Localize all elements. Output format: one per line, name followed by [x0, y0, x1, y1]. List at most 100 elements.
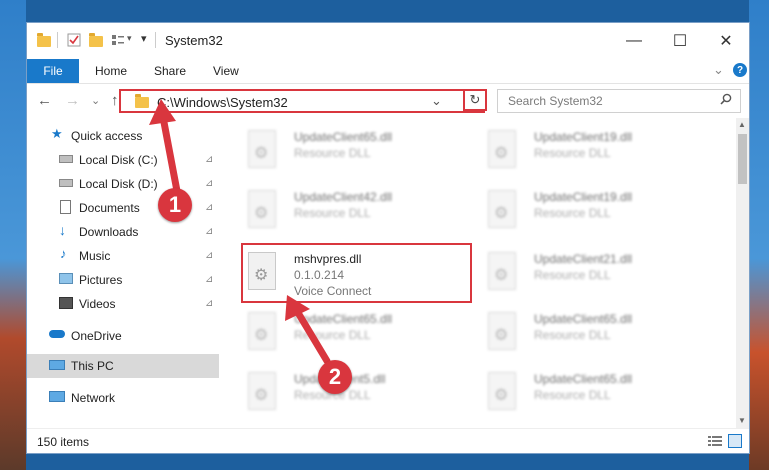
list-item[interactable]: UpdateClient19.dll Resource DLL [464, 124, 684, 176]
new-folder-icon[interactable] [89, 33, 103, 47]
sidebar-item-quick-access[interactable]: ★ Quick access [27, 124, 219, 148]
address-dropdown-icon[interactable]: ⌄ [431, 93, 442, 109]
list-item[interactable]: UpdateClient65.dll Resource DLL [464, 366, 684, 418]
folder-icon[interactable] [37, 33, 51, 47]
file-description: Resource DLL [534, 206, 611, 220]
sidebar-item-label: Pictures [79, 273, 123, 287]
sidebar-item-label: Network [71, 391, 116, 405]
drive-icon [59, 179, 73, 187]
sidebar-item-label: Local Disk (D:) [79, 177, 158, 191]
list-item[interactable]: UpdateClient42.dll Resource DLL [224, 184, 444, 236]
address-bar[interactable]: C:\Windows\System32 ⌄ [119, 89, 485, 113]
dll-file-icon [488, 190, 516, 228]
sidebar-item-onedrive[interactable]: OneDrive [27, 324, 219, 348]
dll-file-icon [488, 252, 516, 290]
list-item[interactable]: UpdateClient65.dll Resource DLL [224, 124, 444, 176]
search-box[interactable] [497, 89, 741, 113]
highlight-box [241, 243, 472, 303]
maximize-button[interactable]: ☐ [657, 23, 703, 59]
dll-file-icon [248, 130, 276, 168]
file-name: UpdateClient65.dll [534, 312, 633, 326]
refresh-button[interactable]: ↻ [463, 89, 487, 111]
sidebar-item-downloads[interactable]: ↓ Downloads ⊿ [27, 220, 219, 244]
list-item[interactable]: UpdateClient21.dll Resource DLL [464, 246, 684, 298]
file-description: Resource DLL [534, 388, 611, 402]
desktop-background-left [0, 0, 26, 470]
forward-button[interactable]: → [65, 92, 80, 109]
tab-share[interactable]: Share [154, 59, 186, 83]
help-icon[interactable]: ? [733, 63, 747, 77]
file-name: UpdateClient65.dll [294, 130, 393, 144]
list-item[interactable]: UpdateClient65.dll Resource DLL [224, 306, 444, 358]
minimize-button[interactable]: — [611, 23, 657, 59]
navigation-pane: ★ Quick access Local Disk (C:) ⊿ Local D… [27, 118, 219, 418]
file-description: Resource DLL [294, 328, 371, 342]
file-name: UpdateClient21.dll [534, 252, 633, 266]
pin-icon[interactable]: ⊿ [205, 250, 213, 261]
sidebar-item-music[interactable]: ♪ Music ⊿ [27, 244, 219, 268]
file-description: Resource DLL [294, 206, 371, 220]
dll-file-icon [248, 312, 276, 350]
pin-icon[interactable]: ⊿ [205, 202, 213, 213]
status-bar: 150 items [27, 428, 749, 453]
tab-view[interactable]: View [213, 59, 239, 83]
back-button[interactable]: ← [37, 92, 52, 109]
pin-icon[interactable]: ⊿ [205, 154, 213, 165]
divider [57, 32, 58, 48]
scroll-up-icon[interactable]: ▲ [738, 120, 746, 129]
ribbon-expand-icon[interactable]: ⌄ [713, 62, 724, 78]
explorer-window: ▾ ▾ System32 — ☐ ✕ File Home Share View … [26, 22, 750, 454]
tab-file[interactable]: File [27, 59, 79, 83]
sidebar-item-pictures[interactable]: Pictures ⊿ [27, 268, 219, 292]
file-name: UpdateClient42.dll [294, 190, 393, 204]
sidebar-item-videos[interactable]: Videos ⊿ [27, 292, 219, 316]
sidebar-item-local-disk-d[interactable]: Local Disk (D:) ⊿ [27, 172, 219, 196]
sidebar-item-network[interactable]: Network [27, 386, 219, 410]
dll-file-icon [248, 190, 276, 228]
tiles-view-icon[interactable] [728, 434, 742, 448]
sidebar-item-label: OneDrive [71, 329, 122, 343]
view-options-icon[interactable] [111, 33, 125, 47]
sidebar-item-local-disk-c[interactable]: Local Disk (C:) ⊿ [27, 148, 219, 172]
search-input[interactable] [506, 93, 710, 109]
file-description: Resource DLL [294, 146, 371, 160]
pin-icon[interactable]: ⊿ [205, 178, 213, 189]
customize-dropdown-icon[interactable]: ▾ [127, 33, 132, 44]
list-item[interactable]: UpdateClient19.dll Resource DLL [464, 184, 684, 236]
file-description: Resource DLL [534, 146, 611, 160]
tab-home[interactable]: Home [95, 59, 127, 83]
up-button[interactable]: ↑ [111, 92, 119, 109]
title-bar: ▾ ▾ System32 — ☐ ✕ [27, 23, 749, 59]
vertical-scrollbar[interactable]: ▲ ▼ [736, 118, 749, 428]
properties-icon[interactable] [67, 33, 81, 47]
file-name: UpdateClient19.dll [534, 130, 633, 144]
item-count: 150 items [37, 435, 90, 449]
close-button[interactable]: ✕ [703, 23, 749, 59]
step-badge-2: 2 [318, 360, 352, 394]
list-item[interactable]: UpdateClient65.dll Resource DLL [464, 306, 684, 358]
search-icon[interactable] [720, 93, 732, 108]
pin-icon[interactable]: ⊿ [205, 298, 213, 309]
network-icon [49, 391, 65, 402]
sidebar-item-label: Downloads [79, 225, 139, 239]
recent-locations-button[interactable]: ⌄ [91, 94, 100, 107]
cloud-icon [49, 330, 65, 338]
address-path[interactable]: C:\Windows\System32 [157, 95, 288, 110]
documents-icon [60, 200, 71, 214]
file-name: UpdateClient65.dll [294, 312, 393, 326]
desktop-background-right [749, 0, 769, 470]
dll-file-icon [488, 372, 516, 410]
scroll-down-icon[interactable]: ▼ [738, 416, 746, 425]
sidebar-item-label: Music [79, 249, 111, 263]
quick-access-menu-icon[interactable]: ▾ [141, 32, 147, 45]
music-icon: ♪ [60, 246, 67, 261]
window-title: System32 [165, 33, 223, 48]
divider [155, 32, 156, 48]
scrollbar-thumb[interactable] [738, 134, 747, 184]
star-icon: ★ [51, 126, 63, 141]
sidebar-item-this-pc[interactable]: This PC [27, 354, 219, 378]
pin-icon[interactable]: ⊿ [205, 226, 213, 237]
details-view-icon[interactable] [708, 436, 722, 450]
dll-file-icon [248, 372, 276, 410]
pin-icon[interactable]: ⊿ [205, 274, 213, 285]
